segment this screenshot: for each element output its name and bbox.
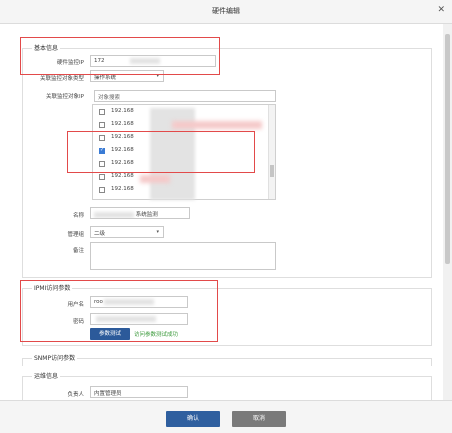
snmp-section	[22, 358, 432, 366]
related-ip-label: 关联监控对象IP	[46, 94, 84, 100]
name-label: 名称	[72, 213, 84, 219]
dialog-title: 硬件编辑	[212, 7, 240, 15]
ops-legend: 运维信息	[32, 371, 61, 380]
group-label: 管理组	[67, 232, 84, 238]
snmp-legend: SNMP访问参数	[32, 353, 78, 362]
list-item-ip: 192.168	[111, 186, 134, 192]
list-item-ip: 192.168	[111, 147, 134, 153]
checkbox[interactable]	[99, 174, 105, 180]
object-search-placeholder: 对象搜索	[98, 95, 121, 101]
test-params-button[interactable]: 参数测试	[90, 328, 130, 340]
dialog-footer: 确认 取消	[0, 400, 452, 433]
group-value: 二级	[94, 231, 106, 237]
redacted-password	[96, 316, 156, 322]
password-label: 密码	[72, 319, 84, 325]
list-item-ip: 192.168	[111, 160, 134, 166]
redacted-mark	[172, 121, 262, 129]
checkbox-checked[interactable]	[99, 147, 105, 154]
username-value: roo	[94, 299, 103, 305]
hardware-ip-value: 172	[94, 58, 105, 64]
checkbox[interactable]	[99, 161, 105, 167]
owner-value: 内置管理员	[94, 391, 122, 397]
remark-label: 备注	[72, 248, 84, 254]
ipmi-legend: IPMI访问参数	[32, 283, 73, 292]
dialog-titlebar: 硬件编辑 ✕	[0, 0, 452, 24]
username-label: 用户名	[67, 302, 84, 308]
group-select[interactable]: 二级 ▾	[90, 226, 164, 238]
redacted-name	[94, 211, 134, 218]
name-suffix: 系统监测	[135, 212, 158, 218]
checkbox[interactable]	[99, 109, 105, 115]
test-result-text: 访问参数测试成功	[134, 332, 179, 338]
list-item-ip: 192.168	[111, 108, 134, 114]
owner-input[interactable]: 内置管理员	[90, 386, 188, 398]
dialog-content: 基本信息 硬件监控IP 172 关联监控对象类型 操作系统 ▾ 关联监控对象IP…	[0, 24, 443, 400]
object-search-input[interactable]: 对象搜索	[94, 90, 276, 102]
checkbox[interactable]	[99, 135, 105, 141]
chevron-down-icon: ▾	[156, 73, 159, 79]
basic-info-legend: 基本信息	[32, 43, 61, 52]
owner-label: 负责人	[67, 392, 84, 398]
object-type-value: 操作系统	[94, 75, 117, 81]
cancel-button[interactable]: 取消	[232, 411, 286, 427]
remark-textarea[interactable]	[90, 242, 276, 270]
hardware-ip-label: 硬件监控IP	[57, 60, 84, 66]
checkbox[interactable]	[99, 122, 105, 128]
list-item-ip: 192.168	[111, 121, 134, 127]
redacted-ip	[130, 58, 160, 64]
chevron-down-icon: ▾	[156, 229, 159, 235]
close-icon[interactable]: ✕	[437, 5, 445, 15]
checkbox[interactable]	[99, 187, 105, 193]
object-type-select[interactable]: 操作系统 ▾	[90, 70, 164, 82]
redacted-username	[104, 299, 154, 305]
redacted-mark	[140, 175, 170, 183]
name-input[interactable]: 系统监测	[90, 207, 190, 219]
object-type-label: 关联监控对象类型	[39, 76, 84, 82]
dialog-scrollbar[interactable]	[443, 24, 452, 400]
confirm-button[interactable]: 确认	[166, 411, 220, 427]
list-item-ip: 192.168	[111, 134, 134, 140]
list-item-ip: 192.168	[111, 173, 134, 179]
list-scrollbar[interactable]	[268, 105, 275, 199]
